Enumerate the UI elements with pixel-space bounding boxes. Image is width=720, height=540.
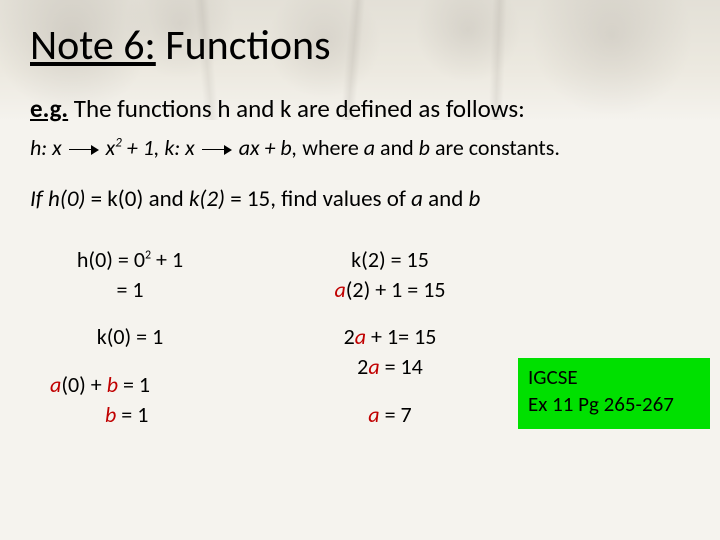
eg-text: The functions h and k are defined as fol…: [68, 93, 525, 124]
col2-step1: k(2) = 15 a(2) + 1 = 15: [290, 245, 490, 304]
c2-l5-rest: = 7: [385, 401, 412, 428]
c2-l4-pre: 2: [357, 353, 368, 380]
def-h-post: + 1, k: x: [122, 134, 195, 161]
c2-l2-rest: (2) + 1 = 15: [346, 276, 446, 303]
c2-l3-pre: 2: [344, 323, 355, 350]
arrow-icon: [202, 145, 232, 155]
c1-l4-b: b: [107, 371, 118, 398]
def-h-sup: 2: [115, 136, 122, 151]
c1-l4-end: = 1: [118, 371, 150, 398]
c1-l4-a: a: [50, 371, 61, 398]
def-h-label: h: x: [30, 134, 62, 161]
badge-line2: Ex 11 Pg 265-267: [528, 391, 698, 418]
col1-step2: k(0) = 1: [50, 322, 210, 352]
col2-step2: 2a + 1= 15 2a = 14: [290, 322, 490, 381]
prob-b: b: [469, 185, 481, 213]
reference-badge: IGCSE Ex 11 Pg 265-267: [518, 358, 710, 429]
def-k-expr: ax + b,: [239, 134, 298, 161]
c1-l1-post: + 1: [151, 246, 183, 273]
prob-p1: If h(0): [30, 185, 91, 213]
col1-step3: a(0) + b = 1: [50, 370, 210, 400]
c2-l3-a: a: [355, 323, 366, 350]
def-tail-3: are constants.: [430, 134, 560, 161]
col1-step4: b = 1: [50, 400, 210, 430]
col1-step1: h(0) = 02 + 1 = 1: [50, 245, 210, 304]
prob-p5: and: [428, 185, 468, 213]
c2-l3-post: + 1= 15: [366, 323, 436, 350]
prob-p3: k(2): [189, 185, 230, 213]
problem-statement: If h(0) = k(0) and k(2) = 15, find value…: [30, 185, 690, 213]
badge-line1: IGCSE: [528, 364, 698, 391]
c1-l3: k(0) = 1: [97, 323, 164, 350]
def-tail-a: a: [364, 134, 375, 161]
def-tail-2: and: [375, 134, 419, 161]
arrow-icon: [69, 145, 99, 155]
c2-l5-a: a: [368, 401, 384, 428]
prob-a: a: [411, 185, 428, 213]
title-underlined: Note 6:: [30, 20, 156, 71]
c1-l2: = 1: [116, 276, 143, 303]
c1-l5-b: b: [105, 401, 116, 428]
col2-step3: a = 7: [290, 400, 490, 430]
prob-p2: = k(0) and: [91, 185, 189, 213]
c1-l4-mid: (0) +: [61, 371, 106, 398]
c2-l4-a: a: [368, 353, 379, 380]
c2-l4-post: = 14: [380, 353, 423, 380]
def-h-pre: x: [106, 134, 116, 161]
slide-content: Note 6: Functions e.g. The functions h a…: [0, 0, 720, 449]
solution-col-1: h(0) = 02 + 1 = 1 k(0) = 1 a(0) + b = 1 …: [30, 245, 210, 429]
c2-l1: k(2) = 15: [351, 246, 429, 273]
example-intro: e.g. The functions h and k are defined a…: [30, 93, 690, 124]
title-rest: Functions: [156, 20, 331, 71]
def-tail-b: b: [419, 134, 430, 161]
c1-l1-pre: h(0) = 0: [77, 246, 145, 273]
prob-p4: = 15, find values of: [230, 185, 411, 213]
eg-label: e.g.: [30, 93, 68, 124]
page-title: Note 6: Functions: [30, 20, 690, 71]
solution-col-2: k(2) = 15 a(2) + 1 = 15 2a + 1= 15 2a = …: [290, 245, 490, 429]
function-definitions: h: x x2 + 1, k: x ax + b, where a and b …: [30, 134, 690, 161]
def-tail-1: where: [302, 134, 364, 161]
c1-l5-end: = 1: [116, 401, 148, 428]
c2-l2-a: a: [334, 276, 345, 303]
